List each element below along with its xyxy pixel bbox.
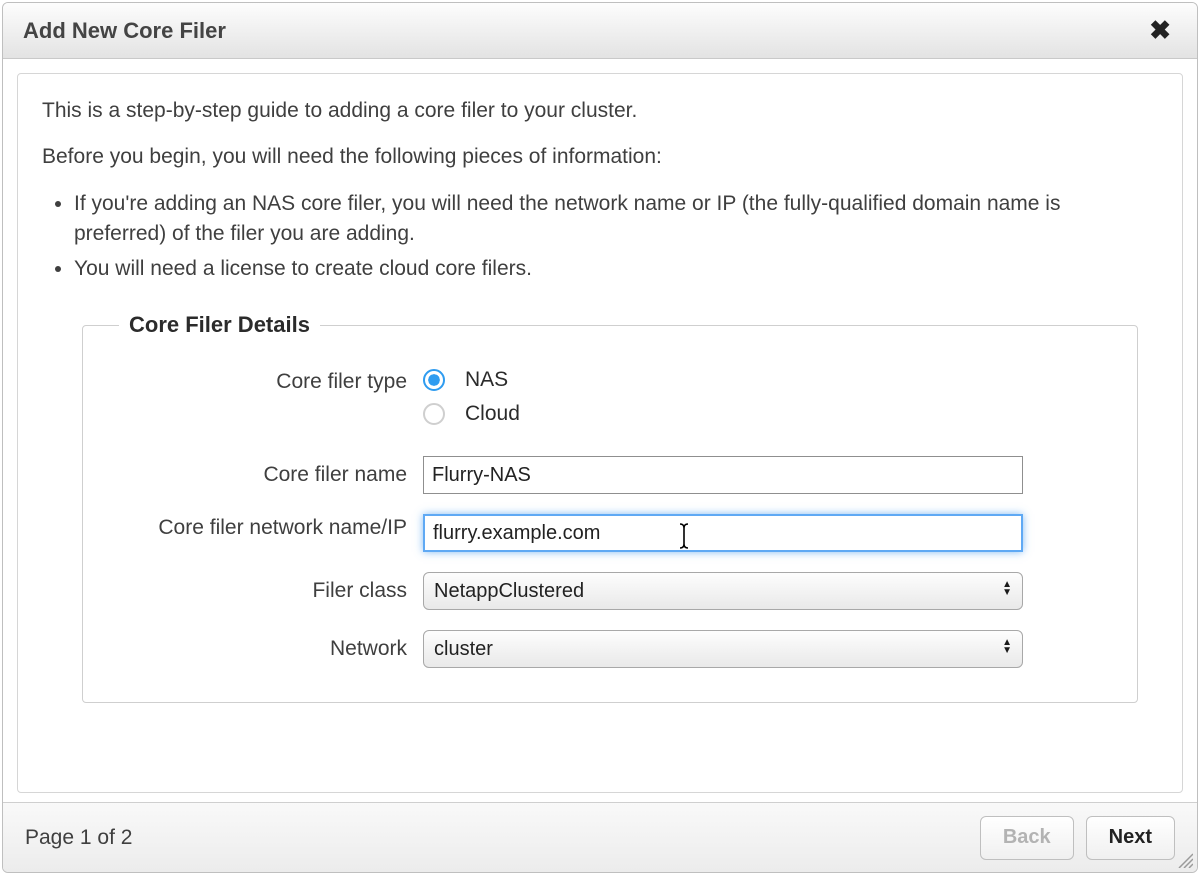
core-filer-details-legend: Core Filer Details: [119, 312, 320, 338]
radio-nas-icon[interactable]: [423, 369, 445, 391]
radio-option-cloud[interactable]: Cloud: [423, 402, 1107, 426]
row-core-filer-network: Core filer network name/IP: [113, 514, 1107, 552]
row-core-filer-type: Core filer type NAS Cloud: [113, 368, 1107, 436]
control-core-filer-type: NAS Cloud: [423, 368, 1107, 436]
intro-text: This is a step-by-step guide to adding a…: [42, 96, 1158, 284]
dialog-title: Add New Core Filer: [23, 18, 226, 44]
network-select[interactable]: cluster ▲▼: [423, 630, 1023, 668]
filer-class-select[interactable]: NetappClustered ▲▼: [423, 572, 1023, 610]
footer-buttons: Back Next: [980, 816, 1175, 860]
control-core-filer-network: [423, 514, 1107, 552]
back-button[interactable]: Back: [980, 816, 1074, 860]
radio-cloud-icon[interactable]: [423, 403, 445, 425]
control-filer-class: NetappClustered ▲▼: [423, 572, 1107, 610]
core-filer-network-input[interactable]: [423, 514, 1023, 552]
control-network: cluster ▲▼: [423, 630, 1107, 668]
intro-line-1: This is a step-by-step guide to adding a…: [42, 96, 1158, 126]
label-core-filer-name: Core filer name: [113, 461, 423, 489]
select-arrows-icon: ▲▼: [1002, 581, 1012, 597]
next-button[interactable]: Next: [1086, 816, 1175, 860]
filer-class-value: NetappClustered: [434, 580, 584, 603]
intro-bullet-2: You will need a license to create cloud …: [74, 254, 1158, 284]
radio-cloud-label: Cloud: [465, 402, 520, 426]
resize-grip-icon[interactable]: [1175, 850, 1193, 868]
row-core-filer-name: Core filer name: [113, 456, 1107, 494]
label-network: Network: [113, 635, 423, 663]
titlebar: Add New Core Filer ✖: [3, 3, 1197, 59]
network-select-value: cluster: [434, 638, 493, 661]
select-arrows-icon: ▲▼: [1002, 639, 1012, 655]
core-filer-name-input[interactable]: [423, 456, 1023, 494]
intro-bullets: If you're adding an NAS core filer, you …: [74, 189, 1158, 284]
intro-line-2: Before you begin, you will need the foll…: [42, 142, 1158, 172]
control-core-filer-name: [423, 456, 1107, 494]
dialog-body: This is a step-by-step guide to adding a…: [3, 59, 1197, 802]
close-icon[interactable]: ✖: [1143, 11, 1177, 50]
row-filer-class: Filer class NetappClustered ▲▼: [113, 572, 1107, 610]
radio-nas-label: NAS: [465, 368, 508, 392]
dialog-body-inner: This is a step-by-step guide to adding a…: [17, 73, 1183, 793]
radio-option-nas[interactable]: NAS: [423, 368, 1107, 392]
label-core-filer-network: Core filer network name/IP: [113, 514, 423, 542]
row-network: Network cluster ▲▼: [113, 630, 1107, 668]
dialog-footer: Page 1 of 2 Back Next: [3, 802, 1197, 872]
dialog-window: Add New Core Filer ✖ This is a step-by-s…: [2, 2, 1198, 873]
core-filer-details-fieldset: Core Filer Details Core filer type NAS C…: [82, 312, 1138, 703]
label-filer-class: Filer class: [113, 577, 423, 605]
label-core-filer-type: Core filer type: [113, 368, 423, 396]
intro-bullet-1: If you're adding an NAS core filer, you …: [74, 189, 1158, 250]
page-indicator: Page 1 of 2: [25, 826, 132, 850]
